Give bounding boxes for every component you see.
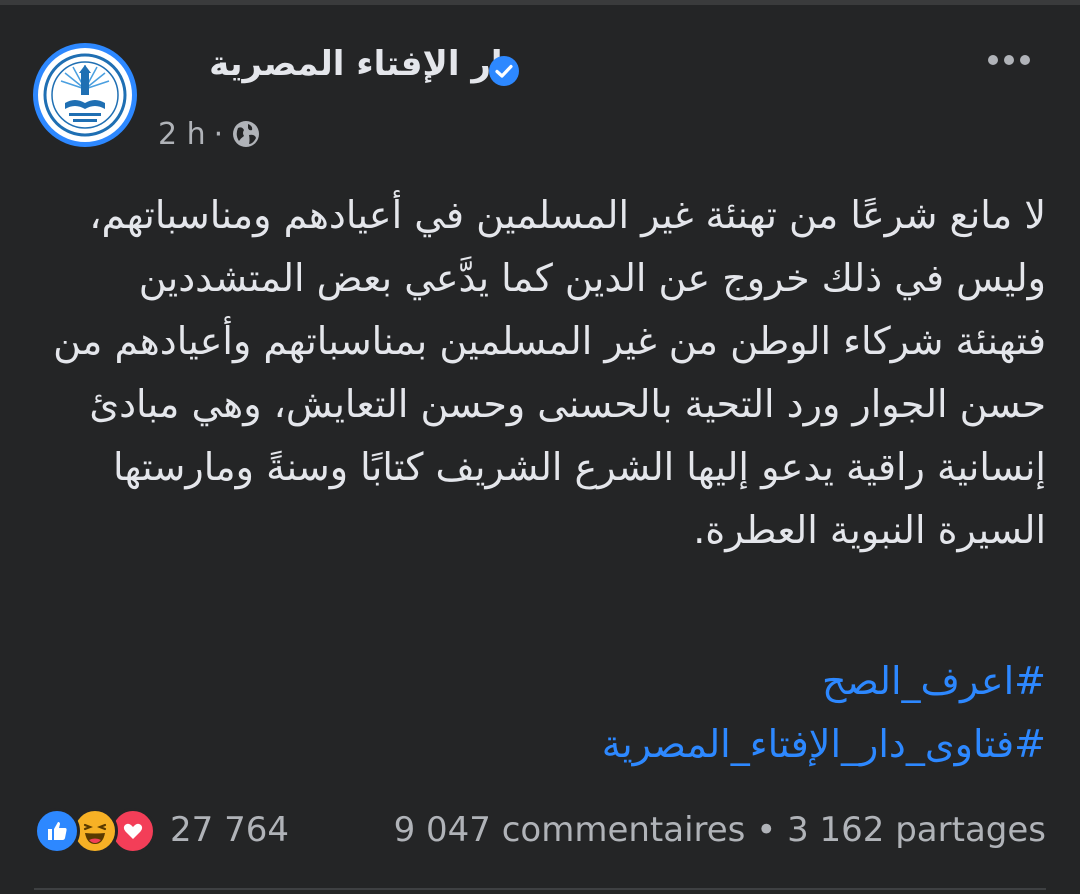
post-text-line: حسن الجوار ورد التحية بالحسنى وحسن التعا… xyxy=(89,382,1046,426)
reaction-icons[interactable] xyxy=(34,808,156,854)
post-stats: 9 047 commentaires • 3 162 partages xyxy=(394,810,1046,850)
stats-separator: • xyxy=(756,810,777,850)
post-text-line: إنسانية راقية يدعو إليها الشرع الشريف كت… xyxy=(112,445,1046,489)
shares-count[interactable]: 3 162 partages xyxy=(787,810,1046,850)
comments-count[interactable]: 9 047 commentaires xyxy=(394,810,746,850)
post-text: لا مانع شرعًا من تهنئة غير المسلمين في أ… xyxy=(36,184,1046,562)
verified-badge-icon xyxy=(489,56,519,86)
page-name[interactable]: دار الإفتاء المصرية xyxy=(209,44,520,84)
hashtag-link[interactable]: #فتاوى_دار_الإفتاء_المصرية xyxy=(36,713,1046,776)
more-options-icon[interactable] xyxy=(986,50,1032,70)
post-meta: 2 h · xyxy=(158,113,261,155)
post-timestamp[interactable]: 2 h xyxy=(158,117,206,152)
meta-separator: · xyxy=(213,116,224,152)
page-logo-icon xyxy=(43,53,127,137)
post-text-line: وليس في ذلك خروج عن الدين كما يدَّعي بعض… xyxy=(138,256,1046,300)
like-icon xyxy=(34,808,80,854)
post-text-line: السيرة النبوية العطرة. xyxy=(693,508,1046,552)
reaction-count[interactable]: 27 764 xyxy=(170,810,289,850)
post-card: دار الإفتاء المصرية 2 h · لا مانع شرعًا … xyxy=(0,0,1080,894)
globe-icon[interactable] xyxy=(231,119,261,149)
post-text-line: لا مانع شرعًا من تهنئة غير المسلمين في أ… xyxy=(89,193,1046,237)
post-text-line: فتهنئة شركاء الوطن من غير المسلمين بمناس… xyxy=(53,319,1046,363)
page-avatar[interactable] xyxy=(33,43,137,147)
hashtag-link[interactable]: #اعرف_الصح xyxy=(36,650,1046,713)
bottom-divider xyxy=(34,888,1046,890)
hashtag-list: #اعرف_الصح #فتاوى_دار_الإفتاء_المصرية xyxy=(36,650,1046,776)
